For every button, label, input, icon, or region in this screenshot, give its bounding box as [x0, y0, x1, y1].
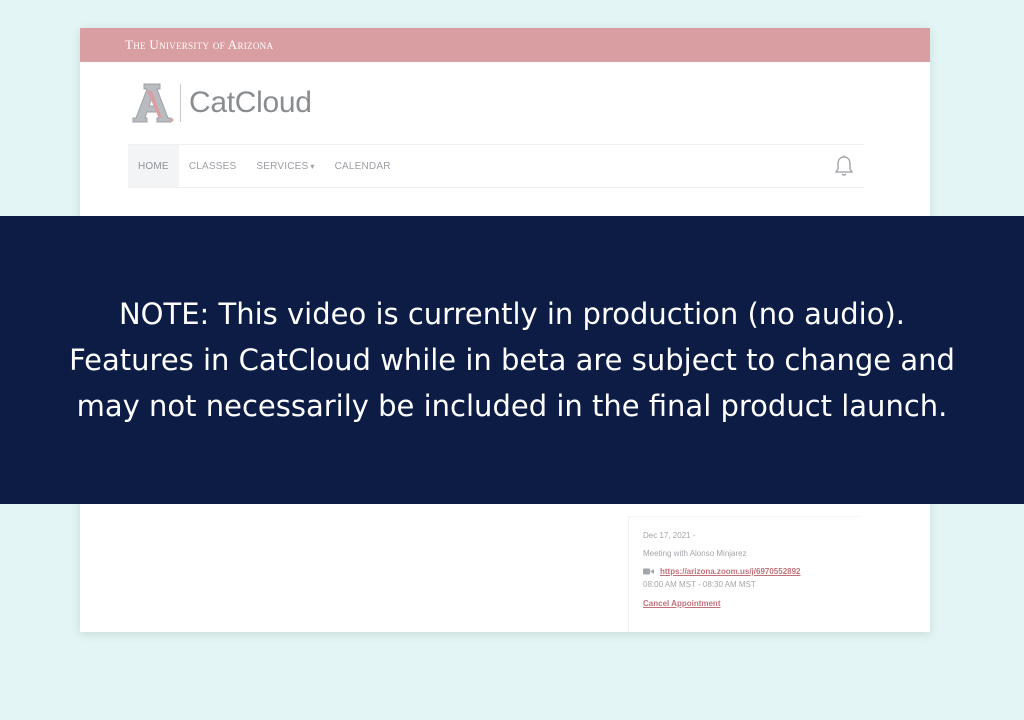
nav-item-label: CALENDAR [334, 160, 391, 172]
cancel-appointment-link[interactable]: Cancel Appointment [643, 599, 720, 608]
appointment-card: Dec 17, 2021 - Meeting with Alonso Minja… [628, 516, 859, 632]
meeting-link-row: https://arizona.zoom.us/j/6970552892 [643, 567, 801, 576]
university-name[interactable]: The University of Arizona [125, 37, 273, 53]
appointment-date: Dec 17, 2021 - [643, 531, 696, 540]
nav-item-classes[interactable]: CLASSES [179, 145, 247, 187]
note-line-3: may not necessarily be included in the f… [76, 389, 948, 423]
nav-item-calendar[interactable]: CALENDAR [325, 145, 401, 187]
note-line-1: NOTE: This video is currently in product… [118, 297, 906, 331]
chevron-down-icon: ▾ [310, 161, 315, 171]
appointment-time: 08:00 AM MST - 08:30 AM MST [643, 580, 756, 589]
brand-name: CatCloud [189, 86, 312, 119]
nav-item-label: HOME [138, 160, 169, 172]
note-line-2: Features in CatCloud while in beta are s… [69, 343, 955, 377]
video-camera-icon [643, 568, 654, 575]
zoom-meeting-link[interactable]: https://arizona.zoom.us/j/6970552892 [660, 567, 801, 576]
nav-item-label: CLASSES [188, 160, 237, 172]
university-header-bar: The University of Arizona [80, 28, 930, 62]
appointment-title: Meeting with Alonso Minjarez [643, 549, 747, 558]
bell-icon[interactable] [834, 155, 854, 177]
nav-item-services[interactable]: SERVICES ▾ [246, 145, 324, 187]
arizona-a-logo-icon [132, 83, 174, 123]
main-nav: HOME CLASSES SERVICES ▾ CALENDAR [128, 144, 864, 188]
nav-item-label: SERVICES [256, 160, 309, 172]
logo-divider [180, 84, 181, 122]
production-note-banner: NOTE: This video is currently in product… [0, 216, 1024, 504]
catcloud-logo[interactable]: CatCloud [130, 82, 312, 124]
nav-item-home[interactable]: HOME [128, 145, 179, 187]
